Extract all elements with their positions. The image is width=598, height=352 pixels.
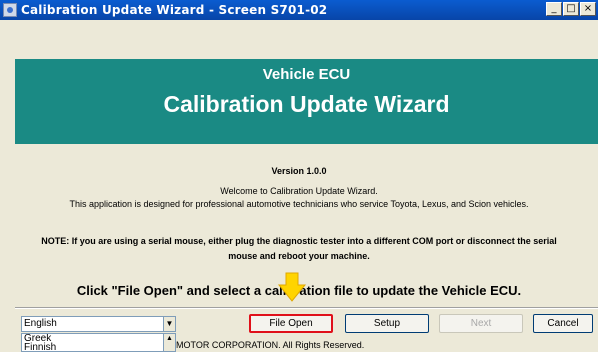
note-text-line2: mouse and reboot your machine.	[228, 251, 370, 261]
window-title: Calibration Update Wizard - Screen S701-…	[21, 3, 328, 17]
language-select[interactable]: English ▼	[21, 316, 176, 332]
file-open-button[interactable]: File Open	[249, 314, 333, 333]
language-selected-value: English	[24, 318, 57, 329]
scroll-up-icon[interactable]: ▲	[163, 334, 175, 351]
title-bar[interactable]: Calibration Update Wizard - Screen S701-…	[0, 0, 598, 20]
description-text: This application is designed for profess…	[69, 199, 529, 209]
language-option[interactable]: Finnish	[22, 343, 175, 352]
note-text-line1: NOTE: If you are using a serial mouse, e…	[41, 236, 557, 246]
window-controls: _ □ ×	[546, 2, 596, 16]
welcome-text: Welcome to Calibration Update Wizard.	[220, 186, 378, 196]
banner-subtitle: Vehicle ECU	[262, 66, 351, 83]
wizard-banner: Vehicle ECU Calibration Update Wizard	[15, 59, 598, 144]
close-button[interactable]: ×	[580, 2, 596, 16]
down-arrow-icon	[277, 272, 307, 302]
maximize-button[interactable]: □	[563, 2, 579, 16]
version-label: Version 1.0.0	[271, 166, 327, 176]
chevron-down-icon[interactable]: ▼	[163, 317, 175, 331]
minimize-button[interactable]: _	[546, 2, 562, 16]
language-options-list[interactable]: Greek Finnish ▲	[21, 333, 176, 352]
divider	[15, 307, 598, 309]
banner-title: Calibration Update Wizard	[163, 91, 450, 117]
app-icon	[3, 3, 17, 17]
copyright-text: MOTOR CORPORATION. All Rights Reserved.	[176, 340, 365, 350]
cancel-button[interactable]: Cancel	[533, 314, 593, 333]
setup-button[interactable]: Setup	[345, 314, 429, 333]
next-button[interactable]: Next	[439, 314, 523, 333]
